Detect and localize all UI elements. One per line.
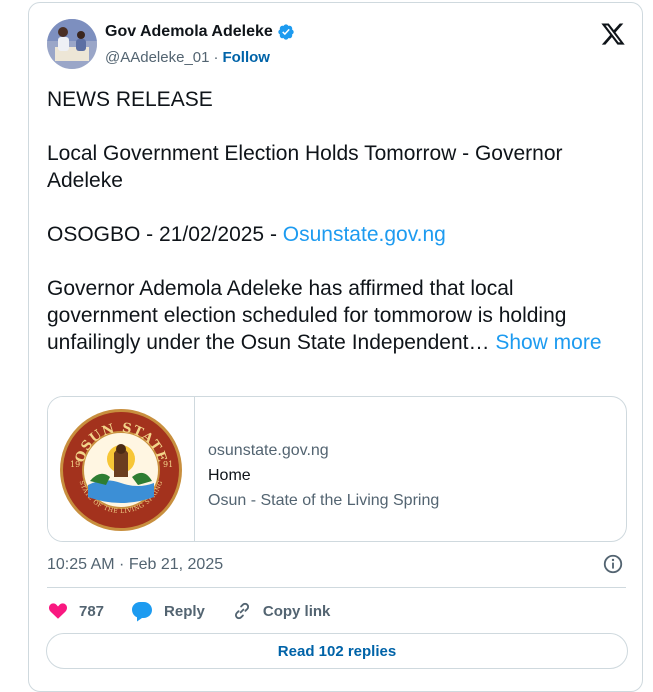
reply-button[interactable]: Reply: [130, 600, 205, 622]
info-icon[interactable]: [602, 553, 624, 575]
x-logo-icon[interactable]: [600, 21, 626, 47]
avatar[interactable]: [47, 19, 97, 69]
read-replies-button[interactable]: Read 102 replies: [46, 633, 628, 669]
seal-year-left: 19: [70, 460, 80, 469]
tweet-dateline: OSOGBO - 21/02/2025 -: [47, 223, 283, 246]
tweet-timestamp[interactable]: 10:25 AM · Feb 21, 2025: [47, 556, 223, 574]
divider: [47, 587, 626, 588]
show-more-link[interactable]: Show more: [495, 331, 601, 354]
author-name-row[interactable]: Gov Ademola Adeleke: [105, 23, 295, 41]
tweet-line: Governor Ademola Adeleke has affirmed th…: [47, 275, 627, 356]
read-replies-label: Read 102 replies: [277, 642, 397, 660]
link-preview-image[interactable]: OSUN STATE STATE OF THE LIVING SPRING 19…: [48, 397, 195, 541]
author-handle[interactable]: @AAdeleke_01: [105, 49, 209, 66]
heart-icon: [48, 603, 68, 619]
tweet-inline-link[interactable]: Osunstate.gov.ng: [283, 223, 446, 246]
seal-year-right: 91: [163, 460, 173, 469]
tweet-line: Local Government Election Holds Tomorrow…: [47, 142, 563, 192]
handle-separator: ·: [213, 49, 219, 66]
follow-button[interactable]: Follow: [222, 49, 270, 66]
link-preview-card[interactable]: OSUN STATE STATE OF THE LIVING SPRING 19…: [47, 396, 627, 542]
link-preview-text: osunstate.gov.ng Home Osun - State of th…: [208, 438, 439, 513]
copy-link-button[interactable]: Copy link: [231, 600, 331, 622]
tweet-line: OSOGBO - 21/02/2025 - Osunstate.gov.ng: [47, 221, 627, 248]
tweet-text: NEWS RELEASE Local Government Election H…: [47, 86, 627, 356]
tweet-line: NEWS RELEASE: [47, 88, 213, 111]
tweet-paragraph: Governor Ademola Adeleke has affirmed th…: [47, 277, 567, 354]
osun-state-seal: OSUN STATE STATE OF THE LIVING SPRING 19…: [60, 409, 182, 531]
tweet-card: Gov Ademola Adeleke @AAdeleke_01 · Follo…: [28, 2, 643, 692]
author-name[interactable]: Gov Ademola Adeleke: [105, 23, 273, 41]
reply-label: Reply: [164, 602, 205, 620]
reply-bubble-icon: [132, 602, 153, 622]
verified-badge-icon: [278, 24, 294, 40]
handle-row: @AAdeleke_01 · Follow: [105, 49, 270, 66]
copy-link-label: Copy link: [262, 602, 331, 620]
like-button[interactable]: 787: [47, 600, 104, 622]
link-preview-description: Osun - State of the Living Spring: [208, 492, 440, 509]
link-icon: [234, 602, 249, 620]
link-preview-domain: osunstate.gov.ng: [208, 442, 329, 459]
link-preview-title: Home: [208, 467, 251, 484]
like-count: 787: [79, 602, 105, 620]
action-bar: 787 Reply Copy link: [47, 597, 356, 625]
